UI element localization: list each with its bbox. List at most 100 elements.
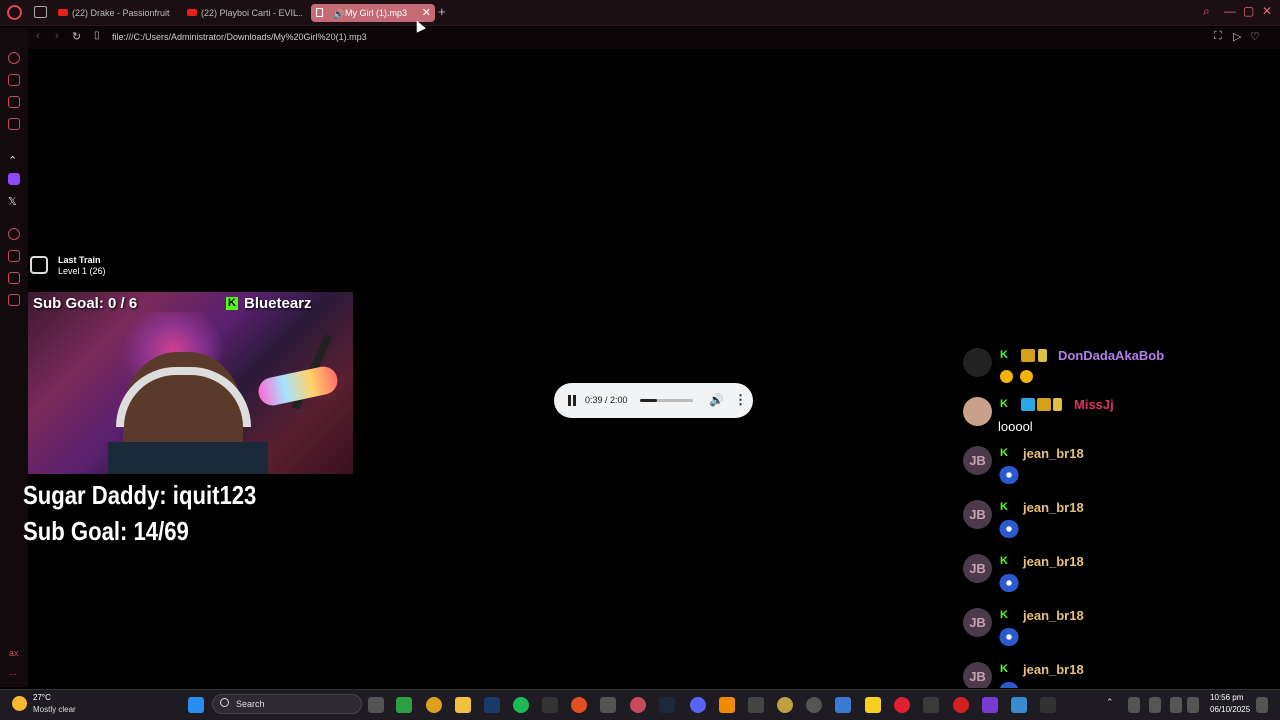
sidebar-x-icon[interactable]: 𝕏	[8, 195, 20, 208]
chat-message: JB K jean_br18	[963, 608, 1263, 658]
reload-icon[interactable]: ↻	[72, 30, 81, 43]
kick-badge-icon: K	[1000, 398, 1008, 410]
weather-desc[interactable]: Mostly clear	[33, 705, 76, 714]
microphone-icon[interactable]	[1149, 697, 1161, 713]
weather-icon[interactable]	[12, 696, 27, 711]
document-icon	[316, 8, 323, 17]
avatar: JB	[963, 554, 992, 583]
spotify-icon[interactable]	[513, 697, 529, 713]
app-icon[interactable]	[894, 697, 910, 713]
weather-temp[interactable]: 27°C	[33, 693, 51, 702]
sidebar-extension-icon[interactable]	[8, 118, 20, 130]
terminal-icon[interactable]	[923, 697, 939, 713]
new-tab-button[interactable]: +	[438, 4, 446, 19]
back-button[interactable]: ‹	[36, 30, 40, 42]
app-icon[interactable]	[396, 697, 412, 713]
tab-playboi-carti[interactable]: (22) Playboi Carti - EVIL...	[185, 4, 303, 22]
close-tab-icon[interactable]: ✕	[422, 4, 431, 22]
file-explorer-icon[interactable]	[455, 697, 471, 713]
hand-badge-icon	[1053, 398, 1062, 411]
sidebar-player-icon[interactable]	[8, 96, 20, 108]
epic-games-icon[interactable]	[542, 697, 558, 713]
youtube-icon	[187, 9, 197, 16]
sticky-notes-icon[interactable]	[865, 697, 881, 713]
tray-icon[interactable]	[1128, 697, 1140, 713]
tab-drake[interactable]: (22) Drake - Passionfruit	[56, 4, 172, 22]
sidebar-discord-icon[interactable]	[8, 74, 20, 86]
app-icon[interactable]	[1011, 697, 1027, 713]
avatar	[963, 348, 992, 377]
sidebar-tools-icon[interactable]	[8, 272, 20, 284]
sidebar-wallet-icon[interactable]	[8, 294, 20, 306]
opera-icon[interactable]	[630, 697, 646, 713]
snapshot-icon[interactable]: ⛶	[1214, 30, 1222, 43]
train-title: Last Train	[58, 255, 101, 265]
taskbar-search[interactable]	[212, 694, 362, 714]
tab-overview-icon[interactable]	[34, 6, 47, 18]
chrome-icon[interactable]	[426, 697, 442, 713]
play-icon[interactable]: ▷	[1233, 30, 1241, 43]
chat-username[interactable]: DonDadaAkaBob	[1058, 348, 1164, 363]
brave-icon[interactable]	[571, 697, 587, 713]
app-icon[interactable]	[777, 697, 793, 713]
sidebar-ax-label[interactable]: ax	[9, 648, 19, 658]
chat-username[interactable]: jean_br18	[1023, 554, 1084, 569]
chat-message: JB K jean_br18	[963, 662, 1263, 688]
app-icon[interactable]	[1040, 697, 1056, 713]
pause-button[interactable]	[567, 395, 577, 406]
network-icon[interactable]	[1170, 697, 1182, 713]
app-icon[interactable]	[806, 697, 822, 713]
crown-badge-icon	[1037, 398, 1051, 411]
train-level: Level 1 (26)	[58, 266, 106, 276]
tab-label: My Girl (1).mp3	[345, 8, 408, 18]
maximize-button[interactable]: ▢	[1243, 4, 1254, 18]
volume-icon[interactable]: 🔊	[709, 393, 724, 407]
sidebar-history-icon[interactable]	[8, 228, 20, 240]
app-icon[interactable]	[835, 697, 851, 713]
capcut-icon[interactable]	[748, 697, 764, 713]
volume-tray-icon[interactable]	[1187, 697, 1199, 713]
chat-username[interactable]: jean_br18	[1023, 662, 1084, 677]
app-icon[interactable]	[953, 697, 969, 713]
opera-logo-icon[interactable]	[7, 5, 22, 20]
heart-icon[interactable]: ♡	[1250, 30, 1260, 43]
chat-username[interactable]: jean_br18	[1023, 446, 1084, 461]
sidebar-bookmarks-icon[interactable]	[8, 250, 20, 262]
avatar: JB	[963, 662, 992, 688]
vscode-icon[interactable]	[484, 697, 500, 713]
sidebar-aria-icon[interactable]: ⌃	[8, 151, 20, 167]
cam-sub-goal: Sub Goal: 0 / 6	[33, 295, 138, 312]
speaker-icon: 🔊	[333, 9, 345, 19]
hand-badge-icon	[1038, 349, 1047, 362]
url-field[interactable]: file:///C:/Users/Administrator/Downloads…	[112, 32, 367, 42]
minimize-button[interactable]: —	[1224, 4, 1236, 18]
sidebar-messenger-icon[interactable]	[8, 52, 20, 64]
notification-icon[interactable]	[1256, 697, 1268, 713]
vlc-icon[interactable]	[719, 697, 735, 713]
forward-button[interactable]: ›	[55, 30, 59, 42]
more-options-icon[interactable]: ⋮	[734, 392, 747, 408]
chat-text: looool	[998, 419, 1033, 434]
close-window-button[interactable]: ✕	[1262, 4, 1272, 18]
chat-username[interactable]: jean_br18	[1023, 500, 1084, 515]
discord-icon[interactable]	[690, 697, 706, 713]
clock-time[interactable]: 10:56 pm	[1210, 693, 1243, 702]
clock-date[interactable]: 06/10/2025	[1210, 705, 1250, 714]
app-icon[interactable]	[600, 697, 616, 713]
tray-chevron-icon[interactable]: ⌃	[1106, 697, 1118, 713]
taskbar-search-label: Search	[236, 699, 265, 709]
app-icon[interactable]	[982, 697, 998, 713]
chat-username[interactable]: MissJj	[1074, 397, 1114, 412]
sidebar-twitch-icon[interactable]	[8, 173, 20, 185]
chat-username[interactable]: jean_br18	[1023, 608, 1084, 623]
task-view-icon[interactable]	[368, 697, 384, 713]
kick-badge-icon: K	[1000, 349, 1008, 361]
seek-bar[interactable]	[640, 399, 693, 402]
train-icon	[30, 256, 48, 274]
avatar	[963, 397, 992, 426]
streamer-name: Bluetearz	[244, 295, 312, 312]
steam-icon[interactable]	[659, 697, 675, 713]
search-tabs-icon[interactable]: ⌕	[1203, 4, 1210, 19]
sidebar-more-icon[interactable]: ...	[9, 667, 17, 677]
start-icon[interactable]	[188, 697, 204, 713]
